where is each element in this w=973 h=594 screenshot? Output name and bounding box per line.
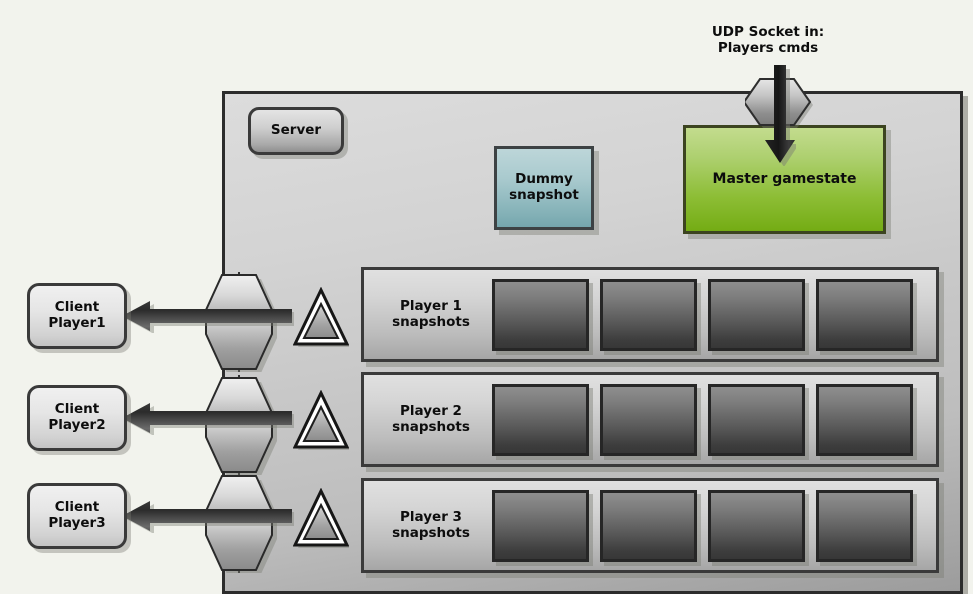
delta-triangle-player2-icon [292,389,350,452]
snapshot-cell[interactable] [816,489,913,562]
snapshot-cell[interactable] [708,383,805,456]
server-badge-label: Server [270,122,322,139]
dummy-snapshot-label: Dummy snapshot [509,171,579,203]
snapshot-cell[interactable] [492,489,589,562]
client-player3-box[interactable]: Client Player3 [27,483,127,549]
snapshot-cell[interactable] [600,278,697,351]
client-player3-arrow-icon [120,499,296,534]
left-arrow-icon [122,403,296,436]
snapshot-cell[interactable] [816,383,913,456]
snapshot-cell[interactable] [708,489,805,562]
player1-snapshot-cells [492,278,913,351]
master-gamestate-label: Master gamestate [712,171,857,188]
player2-snapshots-row[interactable]: Player 2 snapshots [361,372,939,467]
delta-triangle-icon [292,487,350,548]
udp-down-arrow-icon [764,62,799,167]
client-player1-arrow-icon [120,299,296,334]
client-player1-label: Client Player1 [48,299,106,331]
left-arrow-icon [122,501,296,534]
player3-snapshot-cells [492,489,913,562]
udp-socket-caption: UDP Socket in: Players cmds [711,24,825,56]
snapshot-cell[interactable] [600,489,697,562]
delta-triangle-player3-icon [292,487,350,550]
client-player2-arrow-icon [120,401,296,436]
player1-snapshots-label: Player 1 snapshots [392,297,470,330]
client-player1-box[interactable]: Client Player1 [27,283,127,349]
client-player2-box[interactable]: Client Player2 [27,385,127,451]
delta-triangle-player1-icon [292,286,350,349]
client-player3-label: Client Player3 [48,499,106,531]
client-player2-label: Client Player2 [48,401,106,433]
player3-snapshots-row[interactable]: Player 3 snapshots [361,478,939,573]
snapshot-cell[interactable] [492,383,589,456]
down-arrow-icon [765,65,799,167]
left-arrow-icon [122,301,296,334]
snapshot-cell[interactable] [816,278,913,351]
delta-triangle-icon [292,286,350,347]
player2-snapshots-label: Player 2 snapshots [392,402,470,435]
snapshot-cell[interactable] [708,278,805,351]
server-badge[interactable]: Server [248,107,344,155]
snapshot-cell[interactable] [600,383,697,456]
snapshot-cell[interactable] [492,278,589,351]
delta-triangle-icon [292,389,350,450]
dummy-snapshot-box[interactable]: Dummy snapshot [494,146,594,230]
player2-snapshot-cells [492,383,913,456]
player1-snapshots-row[interactable]: Player 1 snapshots [361,267,939,362]
player3-snapshots-label: Player 3 snapshots [392,508,470,541]
